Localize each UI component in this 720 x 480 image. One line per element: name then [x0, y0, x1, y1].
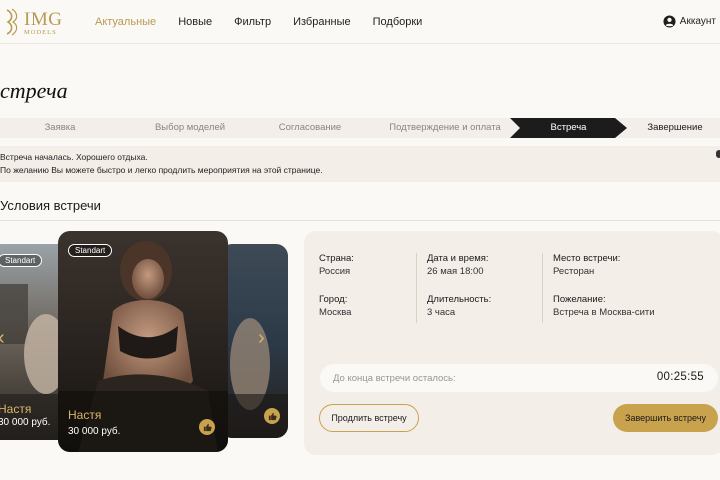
chevron-right-icon[interactable]: › [258, 328, 265, 348]
section-title: Условия встречи [0, 198, 101, 213]
notice-line-1: Встреча началась. Хорошего отдыха. [0, 152, 148, 162]
like-icon[interactable] [199, 419, 215, 435]
notice-line-2: По желанию Вы можете быстро и легко прод… [0, 165, 323, 175]
step-request: Заявка [44, 122, 76, 133]
duration-label: Длительность: [427, 294, 492, 305]
chevron-left-icon[interactable]: ‹ [0, 328, 5, 348]
nav-item-new[interactable]: Новые [178, 16, 212, 28]
step-meeting: Встреча [550, 122, 587, 133]
section-divider [0, 220, 720, 221]
model-name: Настя [68, 408, 102, 422]
model-name: Настя [0, 402, 32, 416]
account-button[interactable]: Аккаунт [663, 15, 716, 28]
duration-value: 3 часа [427, 307, 456, 318]
step-approval: Согласование [278, 122, 342, 133]
step-completion: Завершение [647, 122, 703, 133]
model-price: 30 000 руб. [68, 426, 121, 437]
nav-item-actual[interactable]: Актуальные [95, 16, 156, 28]
model-price: 30 000 руб. [0, 417, 51, 428]
timer-value: 00:25:55 [656, 371, 704, 383]
city-value: Москва [319, 307, 352, 318]
datetime-label: Дата и время: [427, 253, 489, 264]
place-label: Место встречи: [553, 253, 621, 264]
nav-item-collections[interactable]: Подборки [373, 16, 423, 28]
country-label: Страна: [319, 253, 354, 264]
wish-label: Пожелание: [553, 294, 606, 305]
like-icon[interactable] [264, 408, 280, 424]
logo-subtext: MODELS [24, 29, 57, 36]
crest-icon [6, 8, 18, 36]
nav-item-favorites[interactable]: Избранные [293, 16, 351, 28]
country-value: Россия [319, 266, 351, 277]
progress-steps: Заявка Выбор моделей Согласование Подтве… [0, 118, 720, 138]
place-value: Ресторан [553, 266, 595, 277]
datetime-value: 26 мая 18:00 [427, 266, 484, 277]
city-label: Город: [319, 294, 348, 305]
meeting-details-panel: Страна: Россия Дата и время: 26 мая 18:0… [304, 231, 720, 455]
column-divider [416, 253, 417, 323]
notice-banner: Встреча началась. Хорошего отдыха. По же… [0, 146, 720, 182]
countdown-timer: До конца встречи осталось: 00:25:55 [320, 364, 718, 392]
wish-value: Встреча в Москва-сити [553, 307, 655, 318]
column-divider [542, 253, 543, 323]
tier-badge: Standart [0, 254, 43, 267]
step-model-choice: Выбор моделей [154, 122, 226, 133]
close-indicator-icon[interactable] [716, 150, 720, 158]
logo[interactable]: IMG MODELS [2, 6, 66, 38]
top-header: IMG MODELS Актуальные Новые Фильтр Избра… [0, 0, 720, 44]
model-card-next[interactable] [220, 244, 288, 438]
model-card-current[interactable]: Standart Настя 30 000 руб. [58, 231, 228, 452]
nav-item-filter[interactable]: Фильтр [234, 16, 271, 28]
finish-meeting-button[interactable]: Завершить встречу [613, 404, 718, 432]
user-circle-icon [663, 15, 676, 28]
account-label: Аккаунт [679, 16, 716, 27]
tier-badge: Standart [68, 244, 113, 257]
timer-label: До конца встречи осталось: [333, 373, 456, 384]
extend-meeting-button[interactable]: Продлить встречу [319, 404, 419, 432]
step-confirmation-payment: Подтверждение и оплата [389, 122, 501, 133]
page-title: стреча [0, 78, 68, 103]
logo-text: IMG [24, 9, 63, 30]
model-photo [220, 244, 288, 438]
main-nav: Актуальные Новые Фильтр Избранные Подбор… [95, 16, 444, 28]
